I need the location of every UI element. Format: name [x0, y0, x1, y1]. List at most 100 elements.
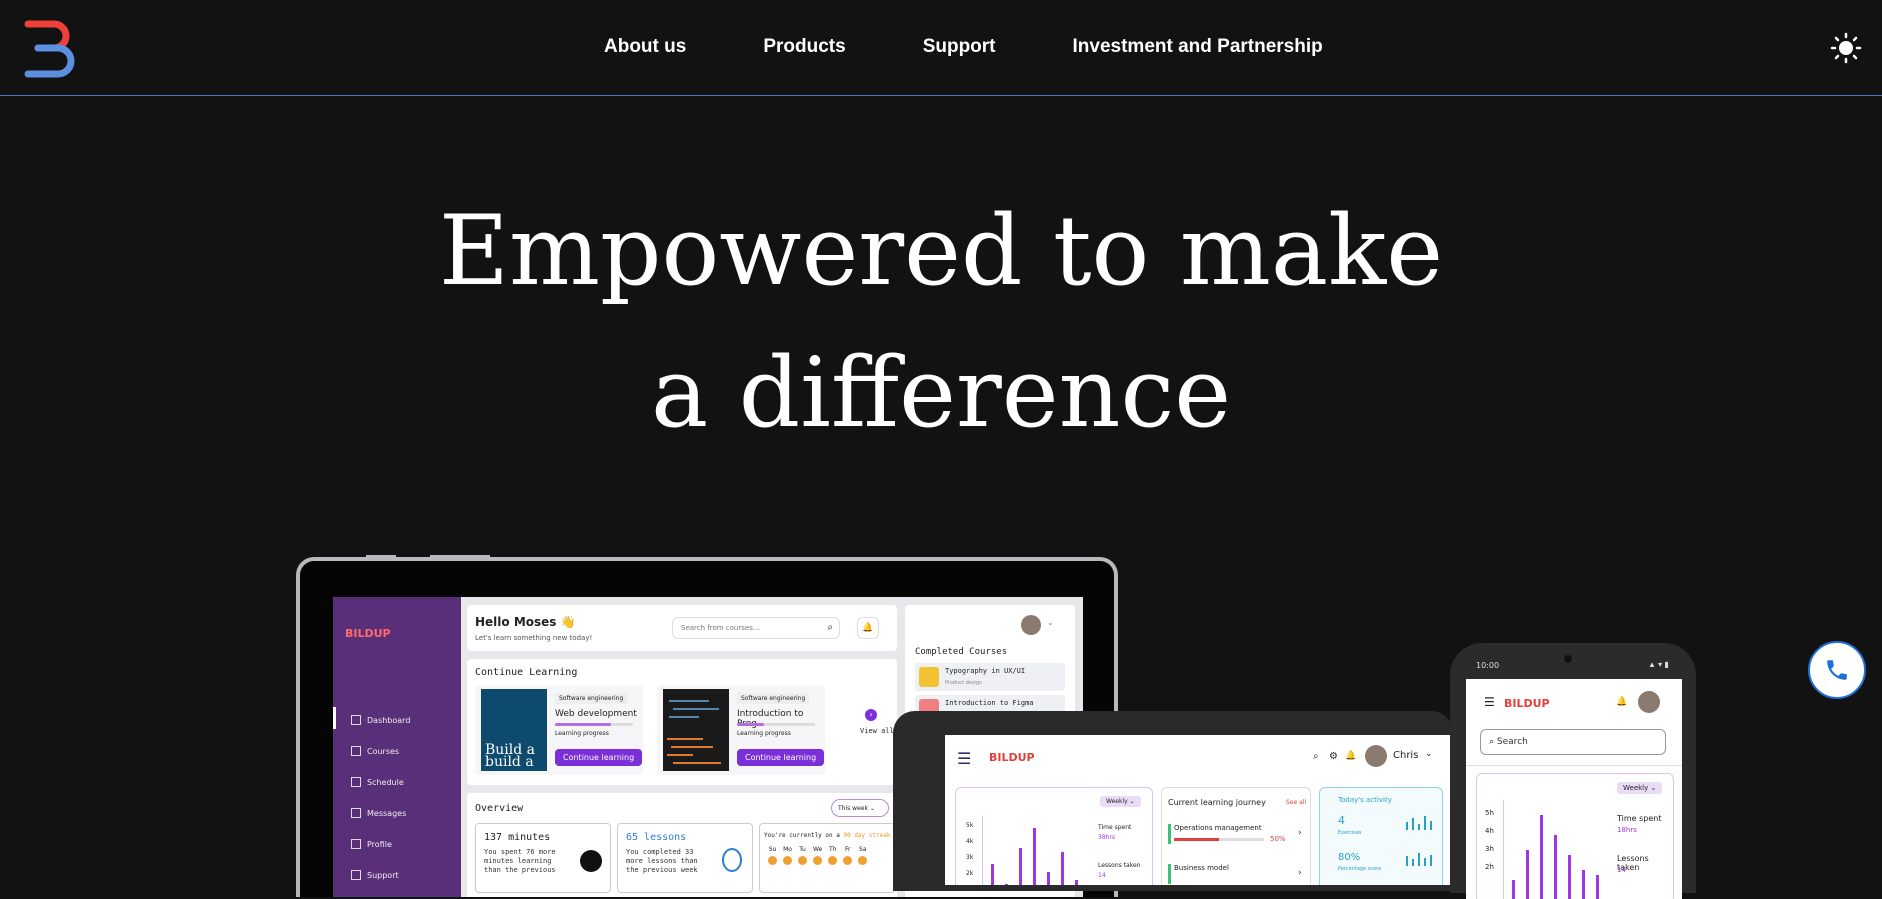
sidebar-item-support[interactable]: Support: [351, 870, 399, 880]
check-circle-icon: [768, 856, 777, 865]
journey-progress-bar: [1174, 838, 1264, 841]
completed-course-item[interactable]: Typography in UX/UI Product design: [915, 663, 1065, 691]
streak-day-label: Tu: [799, 846, 806, 853]
subgreeting: Let's learn something new today!: [475, 634, 593, 642]
course-category: Software engineering: [555, 693, 628, 704]
chart-bar: [1582, 870, 1585, 899]
view-all-link[interactable]: View all: [860, 727, 896, 735]
pencil-icon: [919, 667, 939, 687]
chart-bar: [1033, 828, 1036, 885]
course-name: Web development: [555, 709, 637, 719]
journey-item-name: Business model: [1174, 864, 1229, 872]
calendar-icon: [351, 777, 361, 787]
chart-bar: [991, 864, 994, 885]
nav-products-link[interactable]: Products: [763, 36, 845, 58]
chart-y-ticks: 5h 4h 3h 2h: [1485, 804, 1494, 876]
bell-icon[interactable]: 🔔: [1345, 751, 1356, 761]
tablet-mockup: ☰ BILDUP ⌕ ⚙ 🔔 Chris ⌄ Weekly ⌄ 5k 4k 3k 2k…: [893, 711, 1453, 891]
journey-percent: 50%: [1270, 835, 1286, 843]
avatar[interactable]: [1021, 615, 1041, 635]
bell-icon[interactable]: 🔔: [1616, 697, 1627, 707]
y-tick-label: 4h: [1485, 827, 1494, 835]
chart-bar: [1512, 880, 1515, 899]
streak-day: Su: [768, 846, 777, 865]
course-card[interactable]: Software engineering Introduction to Pro…: [657, 685, 825, 775]
clock-icon: [580, 850, 602, 872]
streak-day-label: Su: [768, 846, 777, 853]
mini-bar-chart-icon: [1406, 816, 1432, 830]
book-icon: [351, 746, 361, 756]
nav-links: About us Products Support Investment and…: [604, 36, 1400, 58]
user-icon: [351, 839, 361, 849]
overview-filter-select[interactable]: This week ⌄: [831, 799, 889, 817]
menu-icon[interactable]: ☰: [957, 749, 971, 768]
menu-icon[interactable]: ☰: [1484, 695, 1495, 709]
period-select[interactable]: Weekly ⌄: [1617, 782, 1663, 794]
stat-card-lessons: 65 lessons You completed 33 more lessons…: [617, 823, 753, 893]
hero-heading: Empowered to make a difference: [0, 180, 1882, 464]
tablet-dashboard-screen: ☰ BILDUP ⌕ ⚙ 🔔 Chris ⌄ Weekly ⌄ 5k 4k 3k 2k…: [945, 735, 1453, 885]
bildup-logo-icon[interactable]: [24, 18, 78, 78]
streak-day: Fr: [843, 846, 853, 865]
sidebar-item-courses[interactable]: Courses: [351, 746, 399, 756]
avatar[interactable]: [1638, 691, 1660, 713]
dashboard-sidebar: BILDUP Dashboard Courses Schedule Messag…: [333, 597, 461, 897]
laptop-button: [430, 555, 490, 558]
course-category: Software engineering: [737, 693, 810, 704]
status-time: 10:00: [1476, 661, 1500, 670]
avatar[interactable]: [1365, 745, 1387, 767]
nav-about-us-link[interactable]: About us: [604, 36, 686, 58]
chart-bar: [1596, 875, 1599, 899]
continue-learning-button[interactable]: Continue learning: [737, 749, 825, 766]
search-icon[interactable]: ⌕: [1313, 751, 1319, 762]
streak-days: Su Mo Tu We Th Fr Sa: [768, 846, 868, 865]
continue-learning-title: Continue Learning: [475, 667, 578, 678]
see-all-link[interactable]: See all: [1286, 799, 1306, 806]
stat-text: You spent 76 more minutes learning than …: [484, 848, 556, 874]
lessons-label: Lessons taken: [1098, 862, 1141, 869]
lessons-value: 14: [1617, 866, 1626, 874]
chevron-right-icon[interactable]: ›: [1298, 828, 1302, 838]
sidebar-item-label: Dashboard: [367, 715, 411, 725]
phone-chart-card: Weekly ⌄ 5h 4h 3h 2h Time spent 18hrs Lesso…: [1476, 773, 1674, 899]
streak-card: You're currently on a 90 day streak Su Mo…: [759, 823, 895, 893]
phone-dashboard-screen: ☰ BILDUP 🔔 ⌕ Search Weekly ⌄ 5h 4h 3h 2h Ti…: [1466, 679, 1682, 899]
sun-icon[interactable]: [1830, 32, 1862, 64]
course-search-input[interactable]: Search from courses... ⌕: [672, 617, 840, 639]
notification-bell-icon[interactable]: 🔔: [857, 617, 879, 639]
streak-highlight: 90 day streak: [843, 832, 891, 839]
dashboard-brand: BILDUP: [345, 627, 391, 640]
streak-day-label: Mo: [783, 846, 792, 853]
chart-bar: [1540, 815, 1543, 899]
todays-activity-card: Today's activity 4 Exercises 80% Percent…: [1319, 787, 1443, 885]
nav-support-link[interactable]: Support: [923, 36, 996, 58]
sidebar-item-schedule[interactable]: Schedule: [351, 777, 404, 787]
time-spent-label: Time spent: [1098, 824, 1132, 831]
call-button[interactable]: [1808, 641, 1866, 699]
streak-text: You're currently on a 90 day streak: [764, 832, 890, 839]
help-icon: [351, 870, 361, 880]
course-progress-bar: [555, 723, 633, 726]
course-card[interactable]: Build a build a Software engineering Web…: [475, 685, 643, 775]
course-progress-fill: [555, 723, 612, 726]
stat-card-minutes: 137 minutes You spent 76 more minutes le…: [475, 823, 611, 893]
activity-value-2: 80%: [1338, 852, 1361, 863]
continue-learning-button[interactable]: Continue learning: [555, 749, 643, 766]
progress-label: Learning progress: [737, 730, 791, 737]
period-select[interactable]: Weekly ⌄: [1100, 796, 1141, 807]
activity-title: Today's activity: [1338, 796, 1392, 804]
chart-bar: [1568, 855, 1571, 899]
nav-investment-link[interactable]: Investment and Partnership: [1073, 36, 1323, 58]
stat-title: 65 lessons: [626, 832, 687, 843]
chevron-down-icon[interactable]: ⌄: [1425, 749, 1433, 759]
next-arrow-icon[interactable]: ›: [865, 709, 877, 721]
sidebar-item-dashboard[interactable]: Dashboard: [351, 715, 410, 725]
completed-course-tag: Product design: [945, 680, 983, 686]
sidebar-item-profile[interactable]: Profile: [351, 839, 392, 849]
progress-label: Learning progress: [555, 730, 609, 737]
sidebar-item-messages[interactable]: Messages: [351, 808, 406, 818]
phone-search-input[interactable]: ⌕ Search: [1480, 729, 1666, 755]
filter-value: This week: [838, 805, 868, 812]
gear-icon[interactable]: ⚙: [1329, 751, 1338, 762]
chevron-down-icon[interactable]: ⌄: [1047, 618, 1054, 627]
